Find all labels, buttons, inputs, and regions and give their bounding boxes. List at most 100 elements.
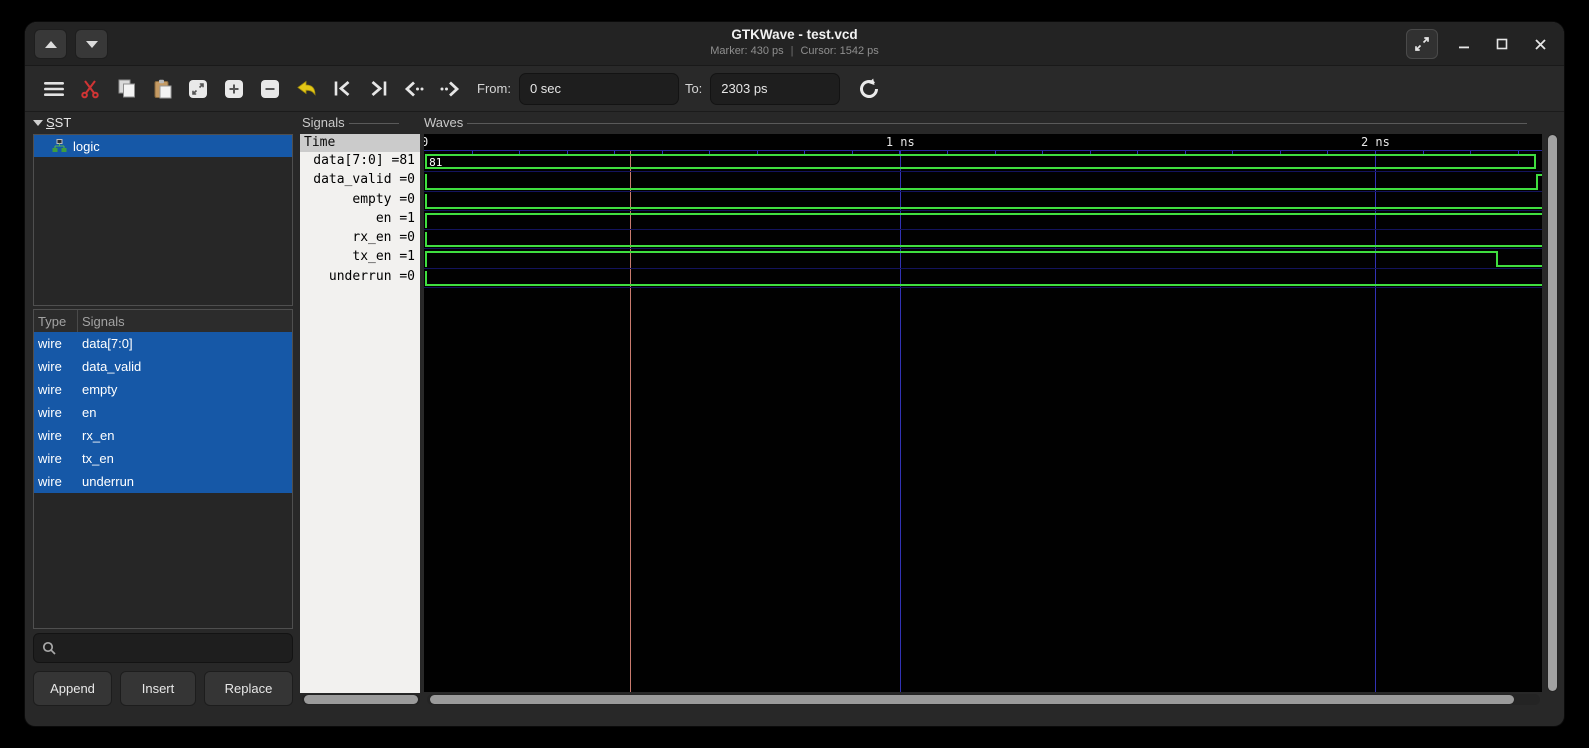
append-button[interactable]: Append [33,671,112,706]
goto-start-button[interactable] [327,74,357,104]
undo-icon [296,80,317,97]
table-row[interactable]: wiretx_en [34,447,292,470]
signal-name-row[interactable]: tx_en =1 [300,248,420,267]
table-row[interactable]: wiredata_valid [34,355,292,378]
sst-tree: logic [33,134,293,306]
main-content: SST logic Type Signals wired [25,113,1564,726]
column-header-signals[interactable]: Signals [78,314,125,329]
goto-end-icon [369,80,388,97]
reload-button[interactable] [854,74,884,104]
bit-transition [425,174,427,189]
goto-start-icon [333,80,352,97]
wave-lane-underrun[interactable] [424,269,1542,288]
fullscreen-button[interactable] [1406,29,1438,59]
titlebar: GTKWave - test.vcd Marker: 430 ps|Cursor… [25,22,1564,66]
zoom-in-button[interactable] [219,74,249,104]
wave-lane-rx_en[interactable] [424,230,1542,249]
bit-segment [1496,265,1542,267]
marker-status: Marker: 430 ps [710,45,783,57]
window-title: GTKWave - test.vcd [25,27,1564,42]
waves-hscrollbar[interactable] [427,694,1540,705]
move-trace-down-button[interactable] [75,29,108,59]
marker-cursor-status: Marker: 430 ps|Cursor: 1542 ps [25,45,1564,57]
cell-type: wire [34,382,78,397]
signal-name-row[interactable]: empty =0 [300,191,420,210]
menu-button[interactable] [39,74,69,104]
from-input[interactable] [519,73,679,105]
minimize-button[interactable] [1452,29,1476,59]
find-next-edge-icon [440,81,460,97]
wave-lane-data_valid[interactable] [424,172,1542,191]
insert-button[interactable]: Insert [120,671,196,706]
bit-segment [425,213,1542,215]
close-icon [1534,38,1547,51]
signal-name-row[interactable]: rx_en =0 [300,229,420,248]
cell-signal: rx_en [78,428,115,443]
signal-name-row[interactable]: en =1 [300,210,420,229]
cell-signal: en [78,405,96,420]
gtkwave-window: GTKWave - test.vcd Marker: 430 ps|Cursor… [25,22,1564,726]
close-button[interactable] [1528,29,1552,59]
paste-icon [153,79,172,99]
cell-signal: underrun [78,474,134,489]
bus-value-label: 81 [429,156,442,169]
copy-icon [117,79,136,98]
signal-name-row[interactable]: underrun =0 [300,268,420,287]
from-label: From: [477,81,511,96]
bit-segment [425,245,1542,247]
wave-lane-tx_en[interactable] [424,249,1542,268]
column-header-type[interactable]: Type [34,310,78,332]
timescale-label: 1 ns [886,135,915,149]
wave-lane-empty[interactable] [424,192,1542,211]
cell-type: wire [34,336,78,351]
zoom-in-icon [224,79,244,99]
signal-name-row[interactable]: data[7:0] =81 [300,152,420,171]
waves-vscrollbar[interactable] [1547,134,1558,692]
wave-lane-en[interactable] [424,211,1542,230]
search-input[interactable] [62,641,292,656]
table-row[interactable]: wirerx_en [34,424,292,447]
maximize-button[interactable] [1490,29,1514,59]
zoom-fit-button[interactable] [183,74,213,104]
bit-segment [425,188,1536,190]
zoom-out-button[interactable] [255,74,285,104]
bit-transition [425,271,427,286]
paste-button[interactable] [147,74,177,104]
minimize-icon [1458,38,1470,50]
find-prev-edge-button[interactable] [399,74,429,104]
signal-search-table: Type Signals wiredata[7:0] wiredata_vali… [33,309,293,629]
table-row[interactable]: wiredata[7:0] [34,332,292,355]
move-trace-up-button[interactable] [34,29,67,59]
cut-button[interactable] [75,74,105,104]
cell-type: wire [34,359,78,374]
to-input[interactable] [710,73,840,105]
table-row[interactable]: wireunderrun [34,470,292,493]
wave-lane-data[7:0][interactable]: 81 [424,153,1542,172]
zoom-out-icon [260,79,280,99]
waves-frame-label: Waves [424,115,1527,130]
lane-separator [424,287,1542,288]
timescale-label: 2 ns [1361,135,1390,149]
find-prev-edge-icon [404,81,424,97]
copy-button[interactable] [111,74,141,104]
bit-transition [1496,251,1498,266]
sst-expander[interactable]: SST [33,115,71,130]
bit-transition [425,213,427,228]
goto-end-button[interactable] [363,74,393,104]
signal-name-row[interactable]: data_valid =0 [300,171,420,190]
tree-item-logic[interactable]: logic [34,135,292,157]
timescale-label: 0 [424,135,428,149]
find-next-edge-button[interactable] [435,74,465,104]
replace-button[interactable]: Replace [204,671,293,706]
table-row[interactable]: wireen [34,401,292,424]
reload-icon [858,78,880,100]
status-separator: | [791,45,794,57]
undo-button[interactable] [291,74,321,104]
bit-transition [425,194,427,209]
sst-label: SST [46,115,71,130]
wave-canvas[interactable]: 0 1 ns 2 ns 81 [424,134,1542,692]
table-row[interactable]: wireempty [34,378,292,401]
bit-segment [425,251,1496,253]
table-header: Type Signals [34,310,292,332]
signals-hscrollbar[interactable] [302,694,420,705]
